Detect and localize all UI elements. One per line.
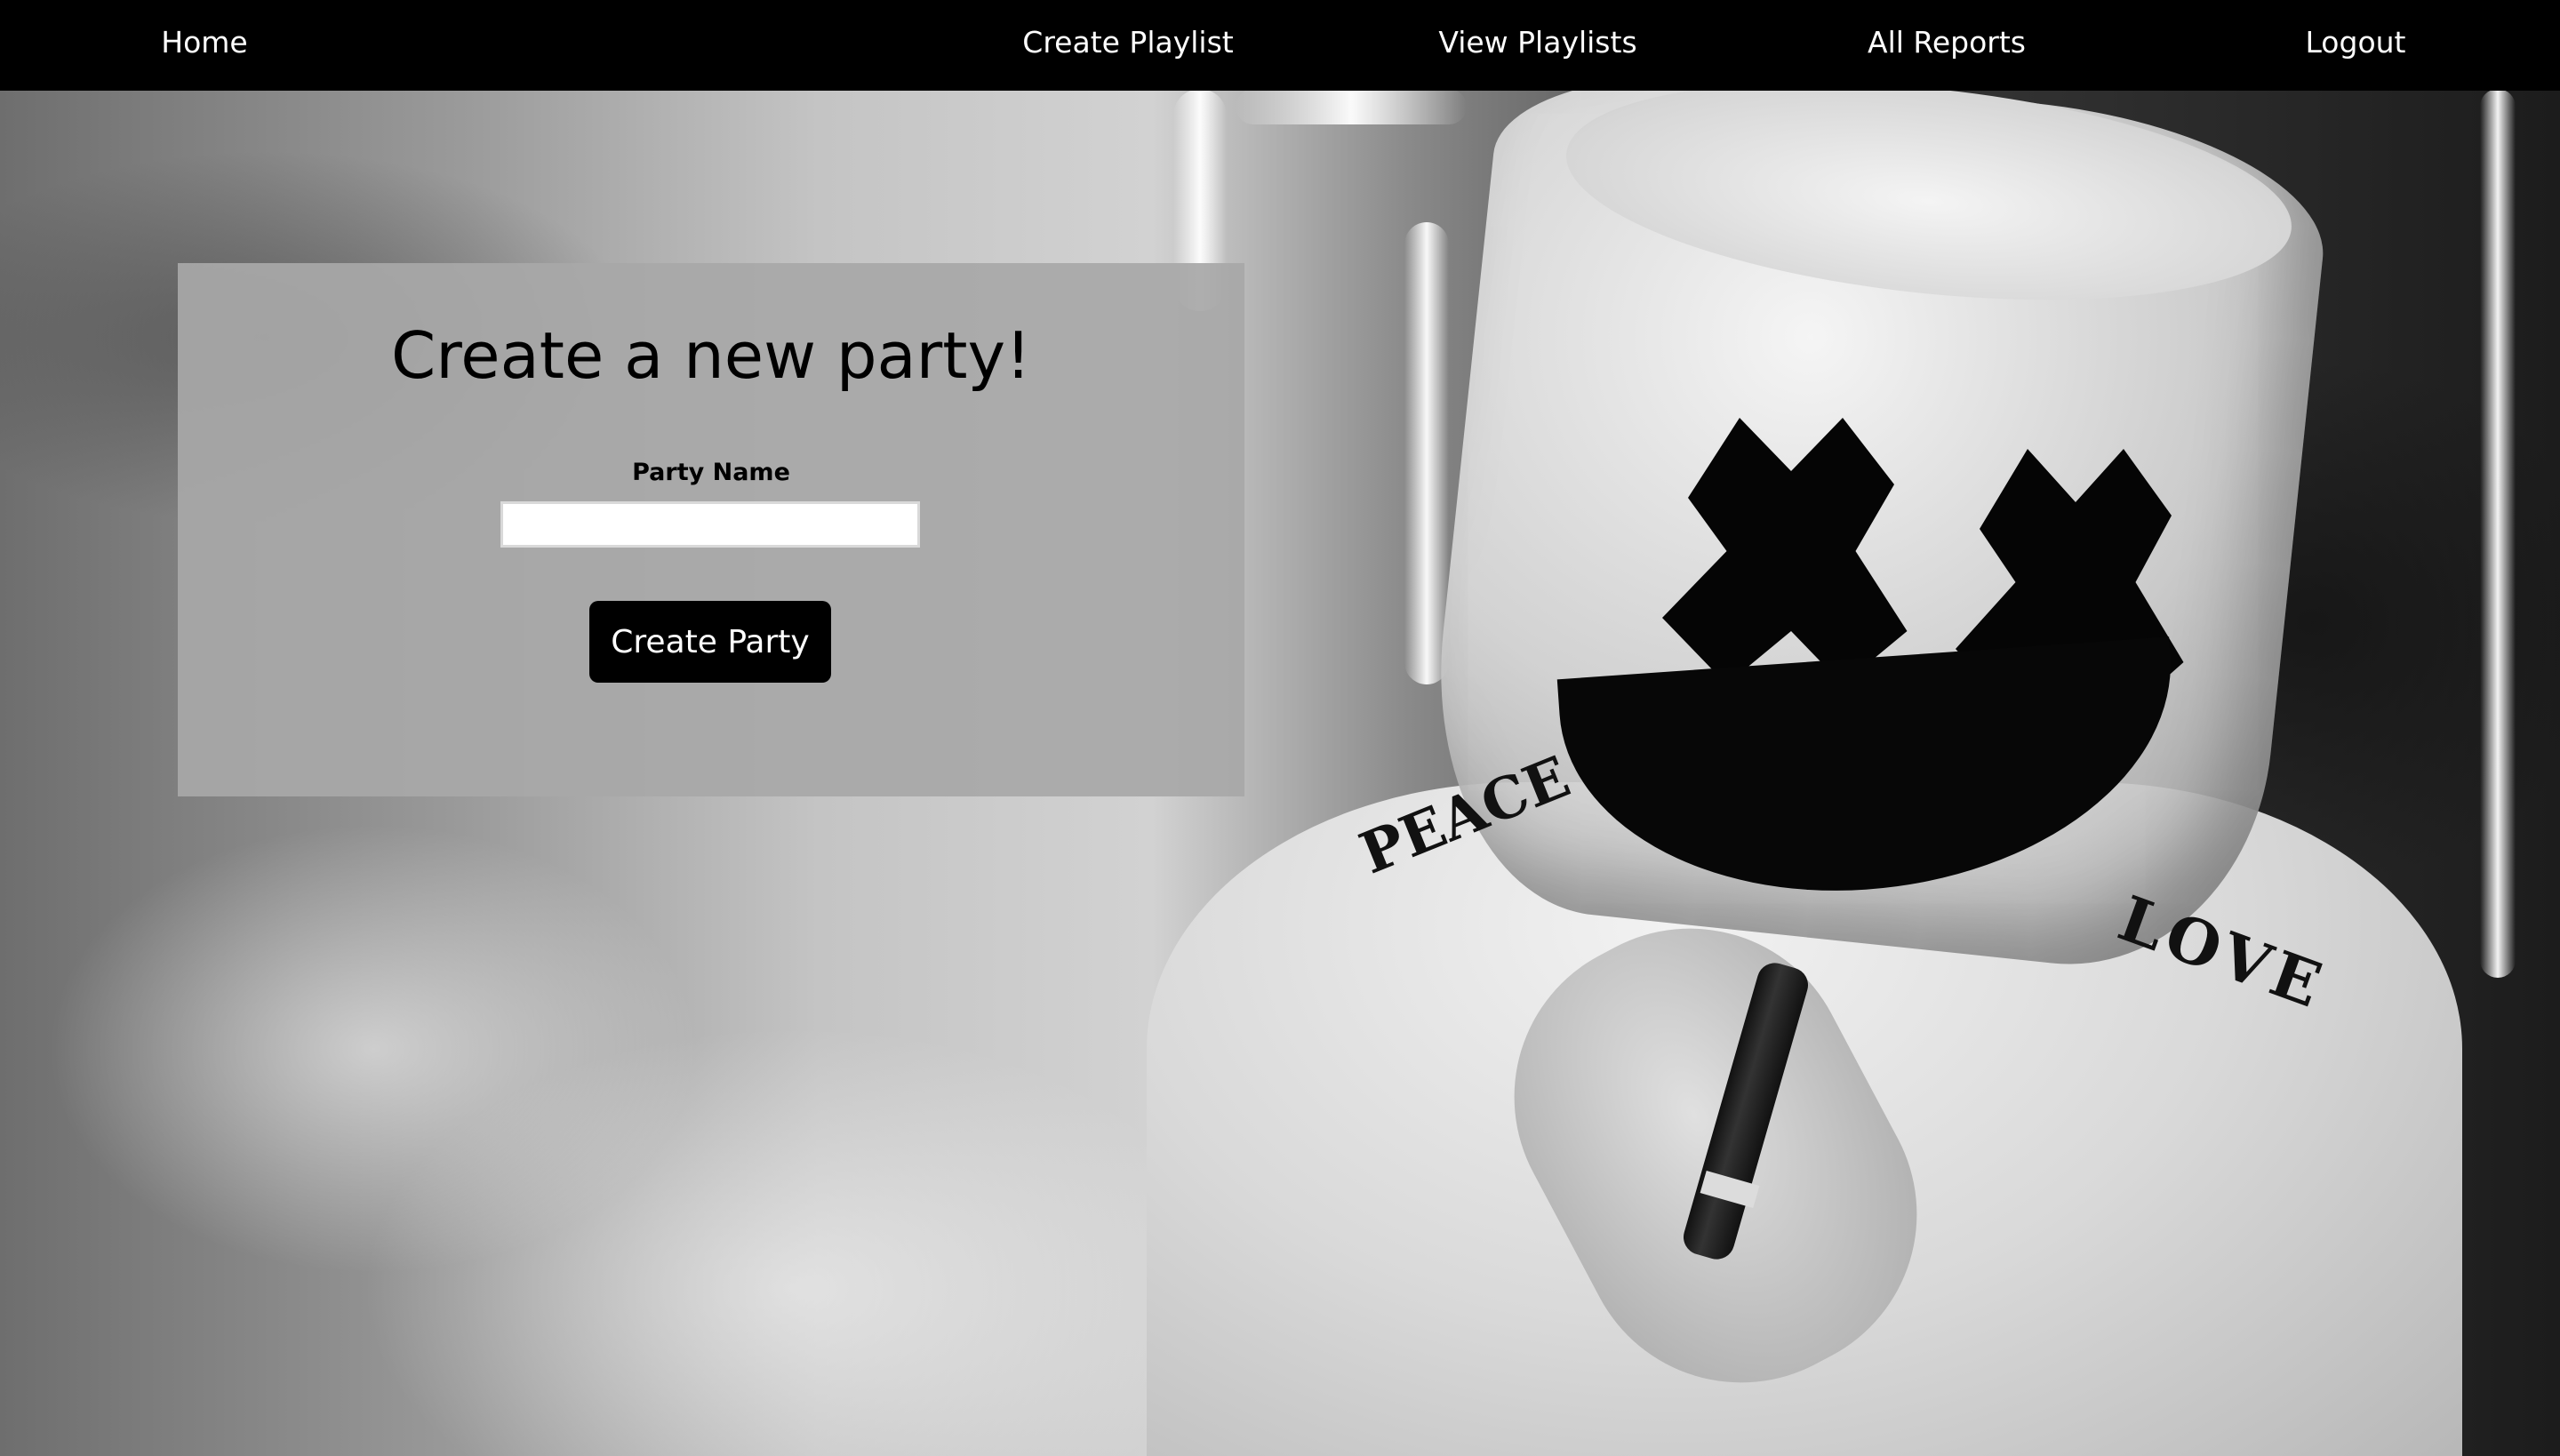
- nav-home-link[interactable]: Home: [161, 0, 247, 87]
- navbar: Home Create Playlist View Playlists All …: [0, 0, 2560, 91]
- nav-logout-link[interactable]: Logout: [2306, 0, 2406, 87]
- stage-light: [1236, 89, 1467, 124]
- stage-light: [1404, 222, 1449, 684]
- create-party-button[interactable]: Create Party: [589, 601, 831, 683]
- party-name-label: Party Name: [632, 459, 790, 486]
- page: PEACE LOVE Home Create Playlist View Pla…: [0, 0, 2560, 1456]
- page-title: Create a new party!: [391, 318, 1031, 393]
- nav-all-reports-link[interactable]: All Reports: [1868, 0, 2026, 87]
- party-name-input[interactable]: [500, 501, 920, 548]
- create-party-card: Create a new party! Party Name Create Pa…: [178, 263, 1244, 796]
- nav-view-playlists-link[interactable]: View Playlists: [1438, 0, 1636, 87]
- stage-light: [2480, 89, 2516, 978]
- nav-create-playlist-link[interactable]: Create Playlist: [1022, 0, 1233, 87]
